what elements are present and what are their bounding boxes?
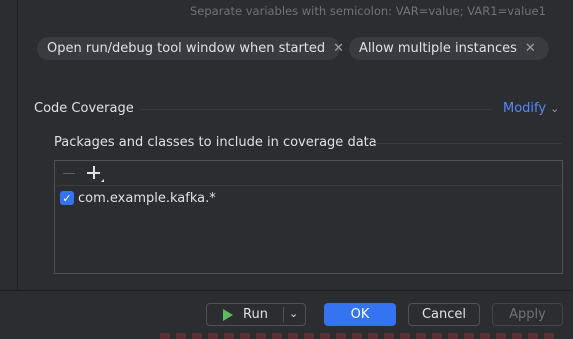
close-icon[interactable]: ✕ — [333, 42, 344, 55]
list-item[interactable]: ✓ com.example.kafka.* — [55, 187, 562, 209]
minus-icon[interactable] — [63, 172, 75, 174]
add-icon[interactable] — [87, 166, 104, 182]
chip-open-tool-window[interactable]: Open run/debug tool window when started … — [37, 37, 344, 60]
apply-button[interactable]: Apply — [492, 303, 563, 326]
section-divider — [140, 109, 492, 110]
play-icon — [223, 308, 233, 321]
package-pattern: com.example.kafka.* — [78, 190, 216, 206]
split-divider — [283, 307, 284, 322]
run-label: Run — [243, 307, 268, 322]
chevron-down-icon[interactable]: ⌄ — [289, 307, 298, 320]
subsection-divider — [372, 143, 562, 144]
run-button[interactable]: Run ⌄ — [206, 303, 306, 326]
close-icon[interactable]: ✕ — [525, 42, 536, 55]
env-variables-hint: Separate variables with semicolon: VAR=v… — [190, 4, 546, 18]
chevron-down-icon: ⌄ — [550, 102, 560, 115]
left-sidebar-edge — [0, 0, 18, 290]
packages-title: Packages and classes to include in cover… — [54, 135, 377, 150]
chip-label: Open run/debug tool window when started — [47, 41, 326, 56]
coverage-packages-list: ✓ com.example.kafka.* — [54, 160, 563, 274]
chip-label: Allow multiple instances — [359, 41, 517, 56]
clipped-error-text — [160, 333, 560, 339]
modify-link[interactable]: Modify ⌄ — [503, 101, 559, 116]
code-coverage-title: Code Coverage — [34, 101, 134, 116]
checkbox-checked-icon[interactable]: ✓ — [60, 191, 74, 205]
cancel-button[interactable]: Cancel — [408, 303, 480, 326]
list-toolbar — [55, 161, 562, 186]
chip-allow-multiple-instances[interactable]: Allow multiple instances ✕ — [349, 37, 549, 60]
modify-label: Modify — [503, 101, 547, 116]
ok-button[interactable]: OK — [324, 303, 396, 326]
